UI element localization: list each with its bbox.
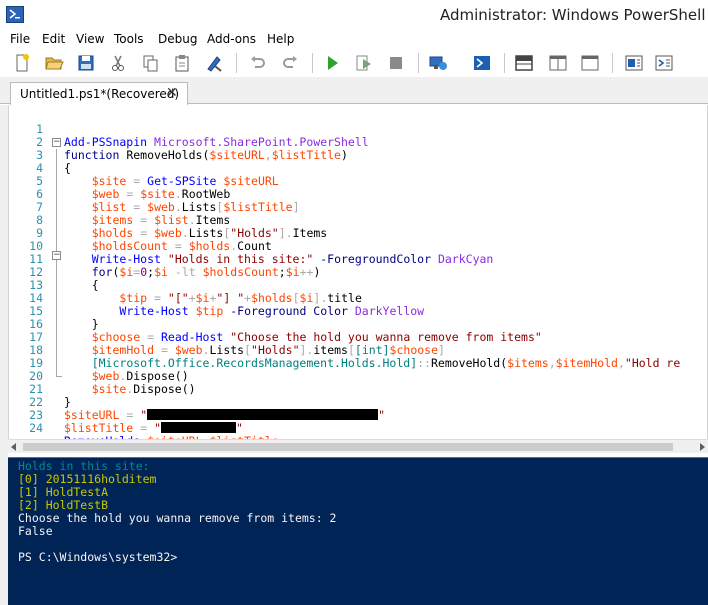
menu-add-ons[interactable]: Add-ons (207, 32, 256, 46)
code-line: 16 $choose = Read-Host "Choose the hold … (29, 317, 542, 344)
code-line: 13 $tip = "["+$i+"] "+$holds[$i].title (29, 278, 362, 305)
code-line: 3 { (36, 148, 71, 175)
save-icon[interactable] (76, 53, 96, 73)
menu-file[interactable]: File (10, 32, 30, 46)
code-line: 8 $holds = $web.Lists["Holds"].Items (36, 213, 328, 240)
code-line: 9 $holdsCount = $holds.Count (36, 226, 272, 253)
code-line: 18 [Microsoft.Office.RecordsManagement.H… (29, 343, 681, 370)
code-line: 7 $items = $list.Items (36, 200, 231, 227)
show-script-right-icon[interactable] (548, 53, 568, 73)
code-line: 14 Write-Host $tip -Foreground Color Dar… (29, 291, 425, 318)
menu-debug[interactable]: Debug (158, 32, 197, 46)
script-editor[interactable]: − − 1 Add-PSSnapin Microsoft.SharePoint.… (8, 105, 708, 448)
show-command-icon[interactable] (624, 53, 644, 73)
redaction-block (161, 422, 236, 433)
code-line: 4 $site = Get-SPSite $siteURL (36, 161, 279, 188)
redo-icon[interactable] (280, 53, 300, 73)
scroll-left-icon[interactable] (11, 443, 16, 451)
run-icon[interactable] (322, 53, 342, 73)
scrollbar-thumb[interactable] (23, 443, 673, 451)
code-line: 1 Add-PSSnapin Microsoft.SharePoint.Powe… (36, 122, 369, 149)
menu-help[interactable]: Help (267, 32, 294, 46)
paste-icon[interactable] (172, 53, 192, 73)
code-line: 15 } (29, 304, 99, 331)
powershell-console-icon[interactable] (472, 53, 492, 73)
tab-label: Untitled1.ps1*(Recovered) (20, 87, 180, 101)
collapse-function-icon[interactable]: − (52, 138, 61, 147)
collapse-loop-icon[interactable]: − (52, 251, 61, 260)
cut-icon[interactable] (108, 53, 128, 73)
redaction-block (147, 409, 379, 420)
toolbar (0, 49, 708, 77)
menu-bar: File Edit View Tools Debug Add-ons Help (0, 30, 708, 49)
fold-rail-inner (56, 262, 57, 298)
menu-edit[interactable]: Edit (42, 32, 65, 46)
show-addon-icon[interactable] (654, 53, 674, 73)
code-line: 19 $web.Dispose() (29, 356, 189, 383)
clear-console-icon[interactable] (204, 53, 224, 73)
code-line: 21 } (29, 382, 71, 409)
code-line: 12 { (29, 265, 99, 292)
horizontal-scrollbar[interactable] (8, 439, 708, 453)
run-selection-icon[interactable] (354, 53, 374, 73)
window-title: Administrator: Windows PowerShell ISE (440, 6, 708, 24)
close-icon[interactable]: ✕ (166, 85, 178, 101)
open-folder-icon[interactable] (44, 53, 64, 73)
code-line: 17 $itemHold = $web.Lists["Holds"].items… (29, 330, 445, 357)
code-line: 24 RemoveHolds $siteURL $listTitle (29, 421, 279, 448)
menu-view[interactable]: View (76, 32, 104, 46)
scroll-right-icon[interactable] (700, 443, 705, 451)
code-line: 6 $list = $web.Lists[$listTitle] (36, 187, 300, 214)
code-line: 5 $web = $site.RootWeb (36, 174, 231, 201)
tab-untitled1[interactable]: Untitled1.ps1*(Recovered) ✕ (10, 82, 188, 105)
console-line: False (18, 524, 53, 538)
code-line: 11 for($i=0;$i -lt $holdsCount;$i++) (29, 252, 321, 279)
code-line: 23 $listTitle = " " (29, 408, 243, 435)
stop-icon[interactable] (386, 53, 406, 73)
code-line: 2 function RemoveHolds($siteURL,$listTit… (36, 135, 348, 162)
new-remote-tab-icon[interactable] (428, 53, 448, 73)
copy-icon[interactable] (140, 53, 160, 73)
fold-end (56, 376, 62, 377)
undo-icon[interactable] (248, 53, 268, 73)
show-script-maximized-icon[interactable] (580, 53, 600, 73)
code-line: 10 Write-Host "Holds in this site:" -For… (29, 239, 494, 266)
console-pane[interactable]: Holds in this site: [0] 20151116holditem… (8, 457, 708, 605)
console-prompt[interactable]: PS C:\Windows\system32> (18, 551, 177, 564)
console-line: Choose the hold you wanna remove from it… (18, 511, 337, 525)
menu-tools[interactable]: Tools (114, 32, 144, 46)
title-bar: Administrator: Windows PowerShell ISE (0, 0, 708, 30)
code-line: 20 $site.Dispose() (29, 369, 196, 396)
new-file-icon[interactable] (12, 53, 32, 73)
show-script-top-icon[interactable] (514, 53, 534, 73)
powershell-icon (6, 6, 24, 23)
code-line: 22 $siteURL = " " (29, 395, 386, 422)
left-frame (0, 105, 8, 605)
script-tab-strip: Untitled1.ps1*(Recovered) ✕ (0, 77, 708, 105)
